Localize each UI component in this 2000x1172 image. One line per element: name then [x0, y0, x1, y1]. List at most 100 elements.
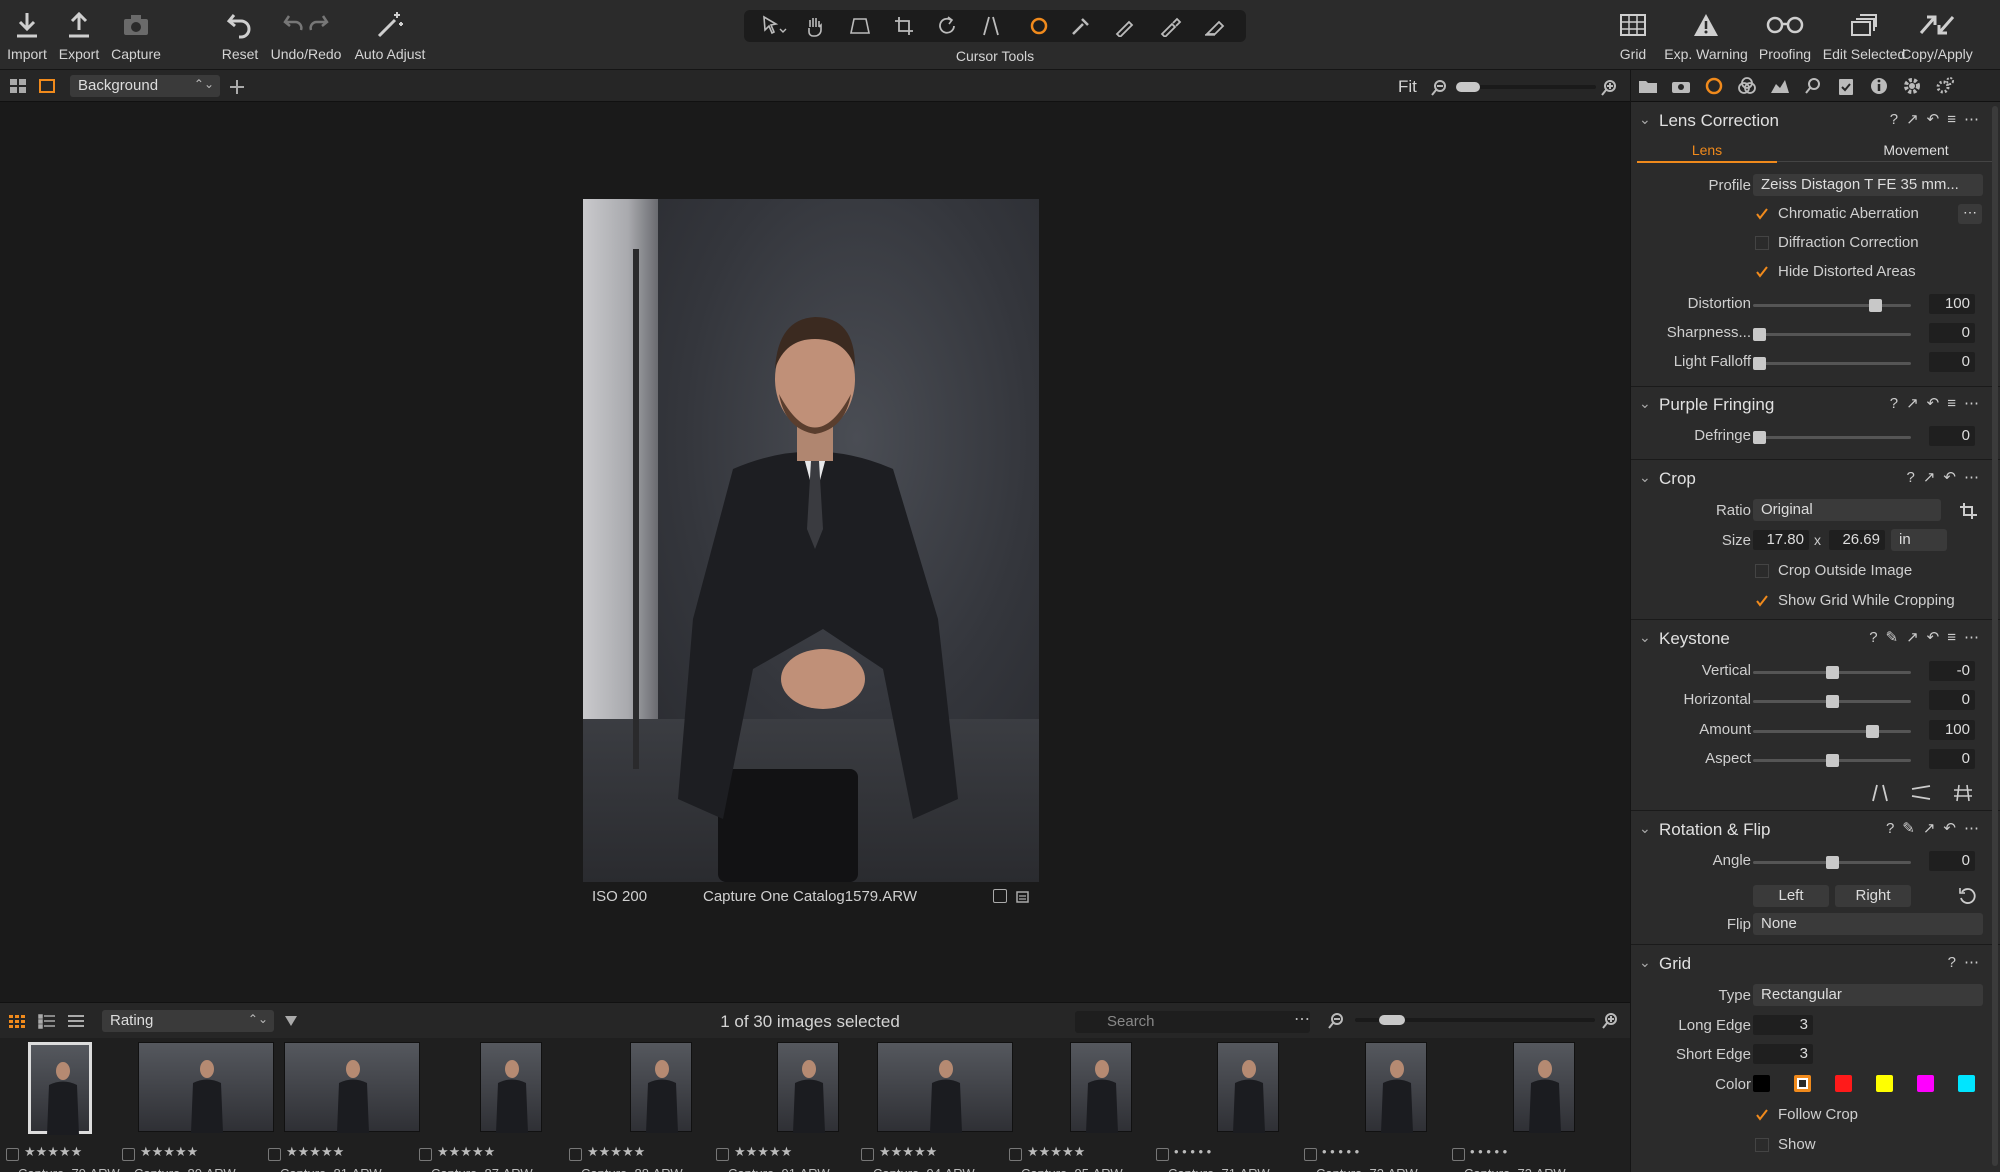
profile-select[interactable]: Zeiss Distagon T FE 35 mm...: [1753, 174, 1983, 196]
falloff-slider[interactable]: [1753, 357, 1911, 370]
show-grid-checkbox[interactable]: [1755, 1138, 1769, 1152]
keystone-full-icon[interactable]: [1953, 784, 1973, 802]
vertical-value[interactable]: -0: [1929, 661, 1975, 681]
grid-type-select[interactable]: Rectangular: [1753, 984, 1983, 1006]
crop-icon[interactable]: [1959, 502, 1979, 520]
flip-select[interactable]: None: [1753, 913, 1983, 935]
keystone-tool[interactable]: [976, 12, 1014, 40]
thumbnail-image[interactable]: [138, 1042, 274, 1133]
grid-color-swatch[interactable]: [1917, 1075, 1934, 1092]
section-controls[interactable]: ?↗↶⋯: [1907, 468, 1987, 486]
thumbnail-image[interactable]: [1513, 1042, 1575, 1133]
thumbnail-image[interactable]: [1070, 1042, 1132, 1133]
pan-tool[interactable]: [799, 12, 837, 40]
thumbnail-image[interactable]: [28, 1042, 92, 1135]
filmstrip-thumbnail[interactable]: • • • • •Capture_72.ARW: [1304, 1042, 1455, 1172]
mask-tool[interactable]: [1153, 12, 1191, 40]
thumb-zoom-out-icon[interactable]: [1327, 1012, 1345, 1030]
copy-apply-button[interactable]: Copy/Apply: [1901, 8, 1973, 62]
thumbnail-checkbox[interactable]: [1156, 1148, 1169, 1161]
angle-value[interactable]: 0: [1929, 851, 1975, 871]
aspect-knob[interactable]: [1825, 754, 1839, 767]
defringe-knob[interactable]: [1753, 431, 1766, 444]
angle-slider[interactable]: [1753, 856, 1911, 869]
grid-header[interactable]: ⌄ Grid ?⋯: [1631, 947, 2000, 979]
multi-view-icon[interactable]: [9, 78, 27, 94]
diffraction-checkbox[interactable]: [1755, 236, 1769, 250]
keystone-header[interactable]: ⌄ Keystone ?✎↗↶≡⋯: [1631, 622, 2000, 654]
image-viewer[interactable]: ISO 200 Capture One Catalog1579.ARW: [0, 102, 1630, 1002]
sort-select[interactable]: Rating ⌃⌄: [102, 1010, 274, 1032]
auto-adjust-button[interactable]: Auto Adjust: [355, 8, 425, 62]
zoom-in-icon[interactable]: [1600, 79, 1618, 97]
long-edge-input[interactable]: 3: [1753, 1015, 1813, 1035]
crop-height-input[interactable]: 26.69: [1829, 530, 1885, 550]
grid-view-icon[interactable]: [8, 1013, 26, 1029]
viewer-tool[interactable]: [843, 12, 881, 40]
reset-button[interactable]: Reset: [210, 8, 270, 62]
filmstrip-thumbnail[interactable]: ★★★★★Capture_88.ARW: [569, 1042, 720, 1172]
search-options-icon[interactable]: ⋯: [1294, 1009, 1310, 1029]
aspect-slider[interactable]: [1753, 754, 1911, 767]
filmstrip-view-icon[interactable]: [67, 1013, 85, 1029]
amount-value[interactable]: 100: [1929, 720, 1975, 740]
keystone-horizontal-icon[interactable]: [1911, 784, 1931, 802]
thumbnail-image[interactable]: [284, 1042, 420, 1133]
grid-color-swatch[interactable]: [1794, 1075, 1811, 1092]
chromatic-options-button[interactable]: ⋯: [1958, 204, 1982, 224]
amount-slider[interactable]: [1753, 725, 1911, 738]
thumbnail-image[interactable]: [1217, 1042, 1279, 1133]
add-layer-icon[interactable]: [228, 78, 246, 96]
tab-movement-sub[interactable]: Movement: [1837, 142, 1995, 158]
thumbnail-image[interactable]: [1365, 1042, 1427, 1133]
rotate-reset-icon[interactable]: [1957, 886, 1977, 906]
rotate-right-button[interactable]: Right: [1835, 885, 1911, 907]
tab-adjustments[interactable]: [1895, 72, 1928, 100]
sharpness-value[interactable]: 0: [1929, 323, 1975, 343]
tab-lens[interactable]: [1697, 72, 1730, 100]
picker-tool[interactable]: [1064, 12, 1102, 40]
thumbnail-rating[interactable]: • • • • •: [1470, 1144, 1610, 1160]
filmstrip-thumbnail[interactable]: ★★★★★Capture_81.ARW: [268, 1042, 420, 1172]
crop-outside-checkbox[interactable]: [1755, 564, 1769, 578]
single-view-icon[interactable]: [38, 78, 56, 94]
follow-crop-checkbox[interactable]: [1755, 1108, 1769, 1122]
tab-exposure[interactable]: [1763, 72, 1796, 100]
thumbnail-rating[interactable]: ★★★★★: [1027, 1144, 1167, 1160]
distortion-slider[interactable]: [1753, 299, 1911, 312]
hide-distorted-checkbox[interactable]: [1755, 265, 1769, 279]
short-edge-input[interactable]: 3: [1753, 1044, 1813, 1064]
exposure-warning-button[interactable]: Exp. Warning: [1664, 8, 1748, 62]
filmstrip-thumbnail[interactable]: ★★★★★Capture_80.ARW: [122, 1042, 274, 1172]
thumbnail-rating[interactable]: • • • • •: [1322, 1144, 1462, 1160]
grid-color-swatch[interactable]: [1958, 1075, 1975, 1092]
distortion-knob[interactable]: [1869, 299, 1882, 312]
zoom-fit-label[interactable]: Fit: [1398, 77, 1417, 97]
thumbnail-checkbox[interactable]: [122, 1148, 135, 1161]
crop-tool[interactable]: [888, 12, 926, 40]
thumbnail-rating[interactable]: ★★★★★: [734, 1144, 874, 1160]
zoom-slider-knob[interactable]: [1456, 82, 1480, 92]
zoom-out-icon[interactable]: [1430, 79, 1448, 97]
thumbnail-checkbox[interactable]: [419, 1148, 432, 1161]
keystone-vertical-icon[interactable]: [1871, 784, 1889, 802]
filmstrip-thumbnail[interactable]: ★★★★★Capture_95.ARW: [1009, 1042, 1160, 1172]
filmstrip-thumbnail[interactable]: ★★★★★Capture_87.ARW: [419, 1042, 570, 1172]
thumbnail-checkbox[interactable]: [569, 1148, 582, 1161]
undo-redo-button[interactable]: Undo/Redo: [271, 8, 341, 62]
thumbnail-checkbox[interactable]: [861, 1148, 874, 1161]
section-controls[interactable]: ?✎↗↶⋯: [1886, 819, 1987, 837]
show-grid-crop-checkbox[interactable]: [1755, 594, 1769, 608]
thumbnail-rating[interactable]: ★★★★★: [140, 1144, 280, 1160]
thumbnail-checkbox[interactable]: [268, 1148, 281, 1161]
ratio-select[interactable]: Original: [1753, 499, 1941, 521]
vertical-slider[interactable]: [1753, 666, 1911, 679]
section-controls[interactable]: ?⋯: [1948, 953, 1987, 971]
eraser-tool[interactable]: [1197, 12, 1235, 40]
select-tool[interactable]: [755, 12, 793, 40]
grid-color-swatch[interactable]: [1835, 1075, 1852, 1092]
thumbnail-image[interactable]: [630, 1042, 692, 1133]
rotation-flip-header[interactable]: ⌄ Rotation & Flip ?✎↗↶⋯: [1631, 813, 2000, 845]
tab-details[interactable]: [1796, 72, 1829, 100]
thumbnail-rating[interactable]: ★★★★★: [587, 1144, 727, 1160]
